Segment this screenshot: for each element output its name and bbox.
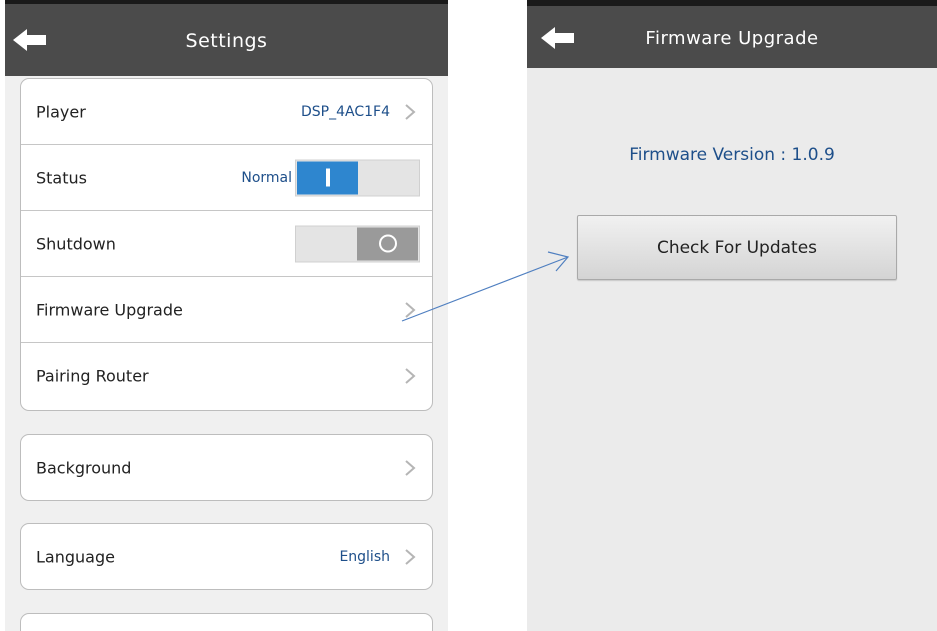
row-label: Player: [36, 102, 86, 121]
firmware-titlebar: Firmware Upgrade: [527, 0, 937, 68]
row-label: Shutdown: [36, 234, 116, 253]
row-label: Background: [36, 458, 132, 478]
settings-row-language[interactable]: Language English: [21, 524, 432, 589]
settings-row-background[interactable]: Background: [21, 435, 432, 500]
settings-row-shutdown: Shutdown: [21, 211, 432, 277]
chevron-right-icon: [405, 103, 416, 120]
row-label: Language: [36, 547, 115, 567]
row-label: Pairing Router: [36, 366, 149, 386]
row-label: Status: [36, 168, 87, 187]
row-value: English: [339, 549, 390, 565]
page-title: Firmware Upgrade: [645, 28, 819, 49]
row-value: Normal: [241, 169, 292, 186]
chevron-right-icon: [405, 460, 416, 476]
firmware-version-text: Firmware Version : 1.0.9: [629, 145, 835, 165]
settings-group-main: Player DSP_4AC1F4 Status Normal Shutdown…: [20, 78, 433, 411]
settings-row-status: Status Normal: [21, 145, 432, 211]
chevron-right-icon: [405, 549, 416, 565]
toggle-knob-on: [297, 161, 358, 194]
settings-titlebar: Settings: [5, 0, 448, 76]
chevron-right-icon: [405, 301, 416, 318]
chevron-right-icon: [405, 368, 416, 384]
settings-row-firmware-upgrade[interactable]: Firmware Upgrade: [21, 277, 432, 343]
firmware-upgrade-screen: Firmware Upgrade Firmware Version : 1.0.…: [527, 0, 937, 631]
settings-row-pairing-router[interactable]: Pairing Router: [21, 343, 432, 409]
toggle-knob-off: [357, 227, 418, 260]
settings-row-player[interactable]: Player DSP_4AC1F4: [21, 79, 432, 145]
settings-screen: Settings Player DSP_4AC1F4 Status Normal…: [5, 0, 448, 631]
check-for-updates-button[interactable]: Check For Updates: [577, 215, 897, 280]
settings-group-language: Language English: [20, 523, 433, 590]
shutdown-toggle[interactable]: [295, 225, 420, 262]
settings-group-partial: [20, 613, 433, 631]
row-value: DSP_4AC1F4: [301, 103, 390, 120]
status-toggle[interactable]: [295, 159, 420, 196]
row-label: Firmware Upgrade: [36, 300, 183, 319]
page-title: Settings: [185, 30, 268, 52]
settings-group-background: Background: [20, 434, 433, 501]
